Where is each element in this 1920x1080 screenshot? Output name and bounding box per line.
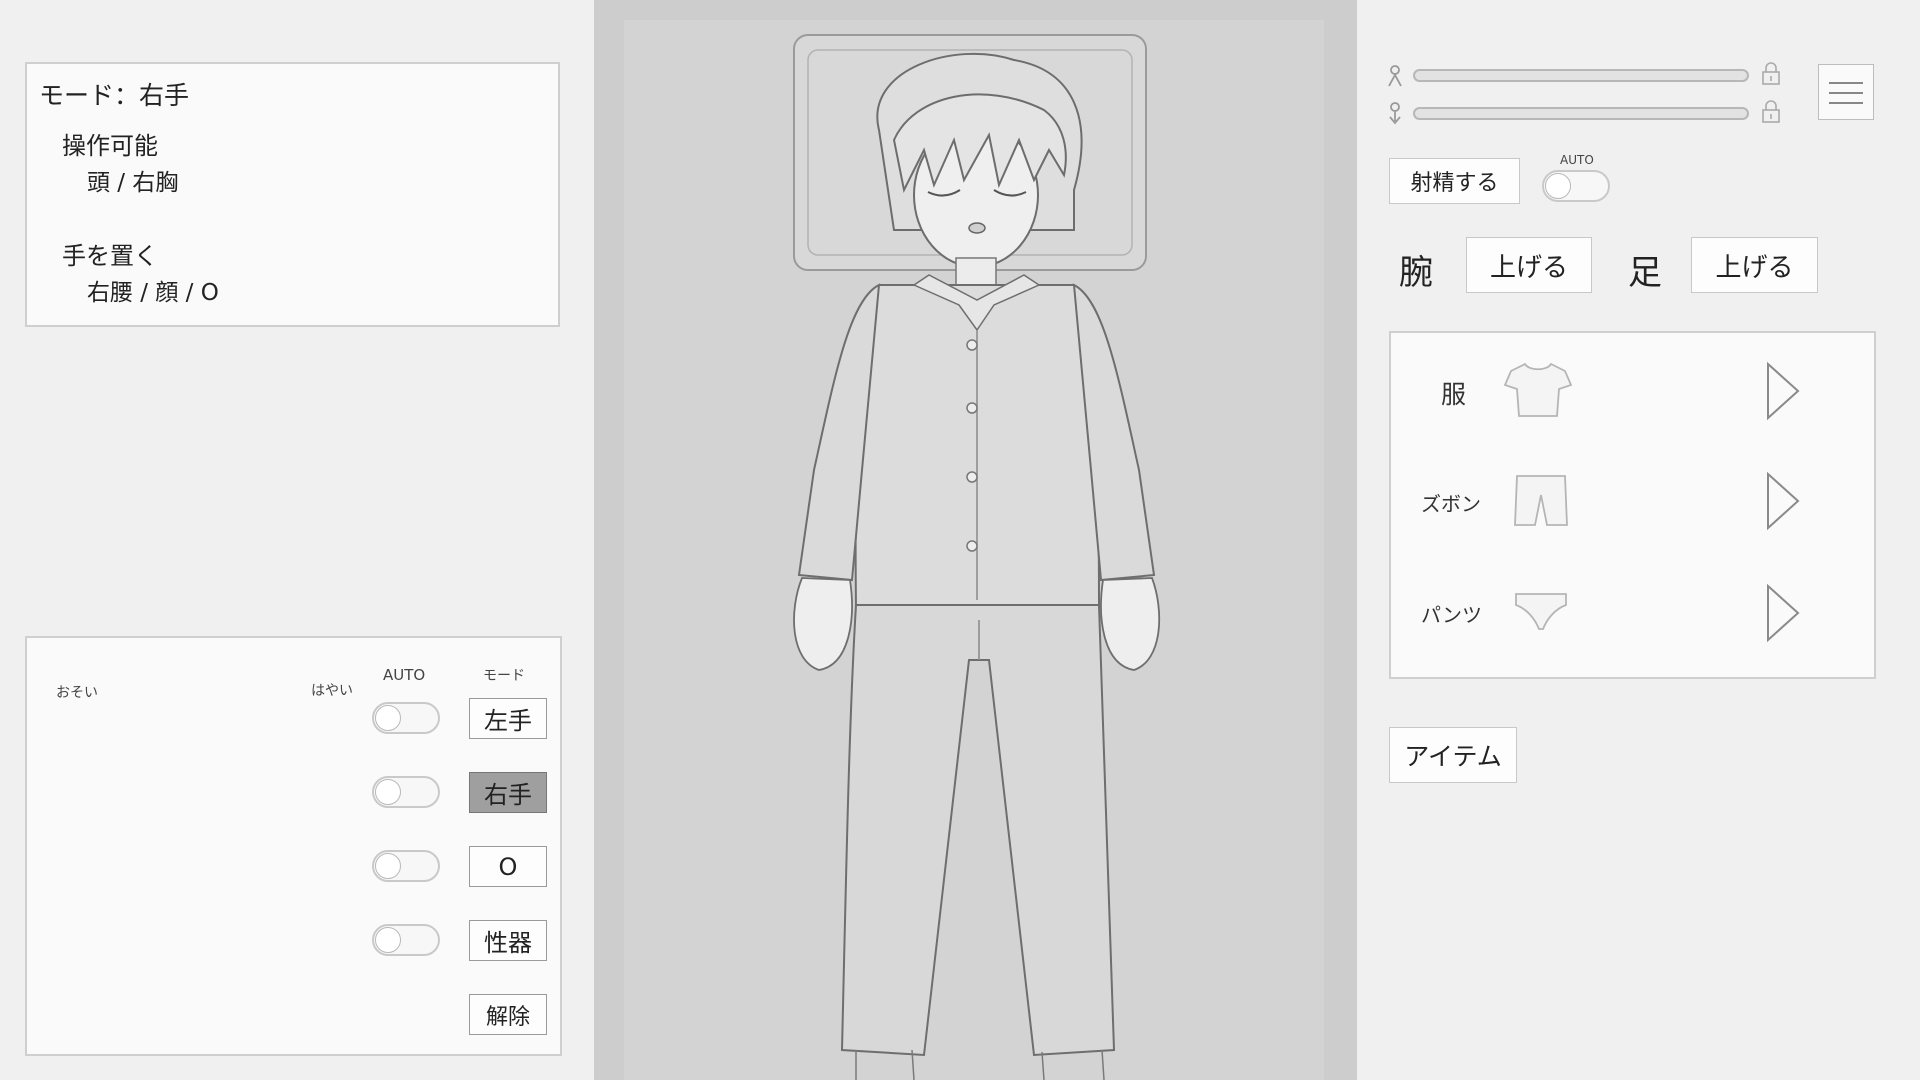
auto-toggle-o[interactable]: [372, 850, 440, 882]
slow-label: おそい: [56, 685, 98, 701]
mode-header: モード: [483, 668, 525, 684]
auto-toggle-genital[interactable]: [372, 924, 440, 956]
auto-toggle-ejaculate[interactable]: [1542, 170, 1610, 202]
mode-button-right-hand[interactable]: 右手: [469, 772, 547, 813]
clothes-arrow-underwear[interactable]: [1763, 583, 1803, 643]
leg-raise-button[interactable]: 上げる: [1691, 237, 1818, 293]
toggle-knob: [375, 779, 401, 805]
pants-icon: [1514, 475, 1568, 526]
fast-label: はやい: [311, 683, 353, 699]
scene-illustration: [594, 0, 1357, 1080]
toggle-knob: [375, 705, 401, 731]
male-symbol-icon: [1388, 65, 1402, 87]
clothes-panel: 服 ズボン パンツ: [1389, 331, 1876, 679]
leg-label: 足: [1628, 253, 1662, 293]
menu-line: [1829, 92, 1863, 94]
game-screen: モード：右手 操作可能 頭 / 右胸 手を置く 右腰 / 顔 / O おそい は…: [0, 0, 1920, 1080]
mode-button-left-hand[interactable]: 左手: [469, 698, 547, 739]
place-hand-value: 右腰 / 顔 / O: [87, 280, 219, 306]
toggle-knob: [1545, 173, 1571, 199]
operable-value: 頭 / 右胸: [87, 170, 179, 196]
release-button[interactable]: 解除: [469, 994, 547, 1035]
auto-toggle-left-hand[interactable]: [372, 702, 440, 734]
underwear-icon: [1515, 593, 1567, 630]
toggle-knob: [375, 853, 401, 879]
clothes-arrow-shirt[interactable]: [1763, 361, 1803, 421]
place-hand-heading: 手を置く: [62, 242, 158, 270]
hamburger-menu-button[interactable]: [1818, 64, 1874, 120]
mode-info-panel: モード：右手 操作可能 頭 / 右胸 手を置く 右腰 / 顔 / O: [25, 62, 560, 327]
operable-heading: 操作可能: [62, 132, 158, 160]
female-symbol-icon: [1389, 102, 1401, 125]
menu-line: [1829, 82, 1863, 84]
item-button[interactable]: アイテム: [1389, 727, 1517, 783]
control-panel: おそい はやい AUTO モード 左手 右手 O 性器 解除: [25, 636, 562, 1056]
mode-button-genital[interactable]: 性器: [469, 920, 547, 961]
clothes-label-shirt: 服: [1441, 380, 1467, 409]
gauge-bar-bottom: [1413, 107, 1749, 120]
game-scene[interactable]: [594, 0, 1357, 1080]
toggle-knob: [375, 927, 401, 953]
arm-raise-button[interactable]: 上げる: [1466, 237, 1592, 293]
ejaculate-button[interactable]: 射精する: [1389, 158, 1520, 204]
clothes-label-pants: ズボン: [1421, 492, 1481, 516]
shirt-icon: [1503, 362, 1573, 417]
clothes-label-underwear: パンツ: [1421, 603, 1482, 627]
auto-label: AUTO: [1560, 153, 1594, 167]
mode-button-o[interactable]: O: [469, 846, 547, 887]
auto-header: AUTO: [383, 666, 426, 684]
lock-icon[interactable]: [1760, 100, 1782, 124]
arm-label: 腕: [1399, 253, 1433, 293]
menu-line: [1829, 102, 1863, 104]
gauge-bar-top: [1413, 69, 1749, 82]
lock-icon[interactable]: [1760, 62, 1782, 86]
clothes-arrow-pants[interactable]: [1763, 471, 1803, 531]
mode-title: モード：右手: [39, 81, 190, 110]
auto-toggle-right-hand[interactable]: [372, 776, 440, 808]
